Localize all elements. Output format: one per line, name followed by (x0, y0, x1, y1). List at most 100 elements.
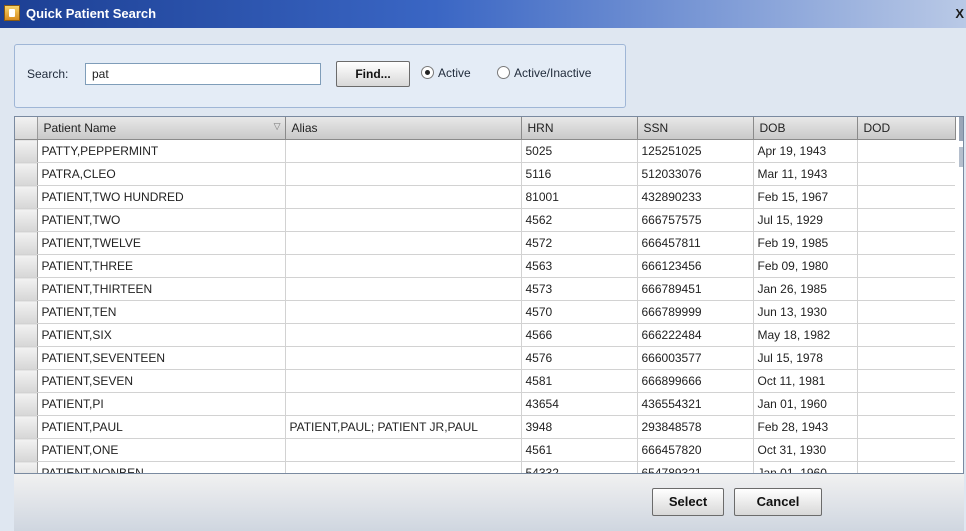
row-selector[interactable] (15, 208, 38, 232)
radio-active-label: Active (438, 66, 471, 80)
radio-active[interactable]: Active (421, 66, 471, 80)
table-row[interactable]: PATIENT,SEVENTEEN 4576 666003577 Jul 15, 19… (15, 346, 955, 370)
row-selector[interactable] (15, 162, 38, 186)
column-header-dob[interactable]: DOB (753, 117, 858, 140)
row-selector[interactable] (15, 369, 38, 393)
row-selector[interactable] (15, 254, 38, 278)
cell-dod (857, 139, 955, 163)
cell-patient-name: PATIENT,TWELVE (37, 231, 286, 255)
table-row[interactable]: PATIENT,PI 43654 436554321 Jan 01, 1960 (15, 392, 955, 416)
cell-patient-name: PATIENT,TEN (37, 300, 286, 324)
cell-patient-name: PATIENT,SEVEN (37, 369, 286, 393)
sort-arrow-icon: ▽ (273, 121, 281, 131)
cell-dob: Mar 11, 1943 (753, 162, 858, 186)
cell-dob: Jan 01, 1960 (753, 461, 858, 473)
cell-dod (857, 415, 955, 439)
cell-hrn: 43654 (521, 392, 638, 416)
row-selector-header[interactable] (15, 117, 38, 140)
cell-dob: Oct 11, 1981 (753, 369, 858, 393)
scrollbar-thumb[interactable] (959, 147, 963, 167)
table-row[interactable]: PATIENT,TEN 4570 666789999 Jun 13, 1930 (15, 300, 955, 324)
cell-patient-name: PATIENT,ONE (37, 438, 286, 462)
cell-hrn: 4562 (521, 208, 638, 232)
cell-dob: Jan 26, 1985 (753, 277, 858, 301)
table-row[interactable]: PATIENT,THIRTEEN 4573 666789451 Jan 26, 198… (15, 277, 955, 301)
cell-ssn: 654789321 (637, 461, 754, 473)
search-label: Search: (27, 67, 69, 81)
cell-dod (857, 185, 955, 209)
cell-ssn: 293848578 (637, 415, 754, 439)
table-row[interactable]: PATIENT,TWELVE 4572 666457811 Feb 19, 1985 (15, 231, 955, 255)
table-row[interactable]: PATIENT,TWO 4562 666757575 Jul 15, 1929 (15, 208, 955, 232)
cell-hrn: 5116 (521, 162, 638, 186)
column-header-alias[interactable]: Alias (285, 117, 522, 140)
cell-dod (857, 254, 955, 278)
cancel-button[interactable]: Cancel (734, 488, 822, 516)
cell-ssn: 666123456 (637, 254, 754, 278)
table-row[interactable]: PATIENT,SIX 4566 666222484 May 18, 1982 (15, 323, 955, 347)
close-button[interactable]: X (955, 6, 964, 21)
cell-ssn: 666789451 (637, 277, 754, 301)
column-header-label: Patient Name (43, 121, 117, 135)
cell-dod (857, 162, 955, 186)
title-bar: Quick Patient Search X (0, 0, 966, 28)
table-row[interactable]: PATIENT,NONBEN 54332 654789321 Jan 01, 1960 (15, 461, 955, 473)
column-header-patient-name[interactable]: Patient Name ▽ (37, 117, 286, 140)
row-selector[interactable] (15, 185, 38, 209)
app-icon (4, 5, 20, 21)
select-button[interactable]: Select (652, 488, 724, 516)
cell-alias: PATIENT,PAUL; PATIENT JR,PAUL (285, 415, 522, 439)
cell-alias (285, 231, 522, 255)
cell-dob: May 18, 1982 (753, 323, 858, 347)
cell-hrn: 4573 (521, 277, 638, 301)
scrollbar-up[interactable] (959, 117, 963, 141)
column-header-ssn[interactable]: SSN (637, 117, 754, 140)
cell-ssn: 666789999 (637, 300, 754, 324)
cell-dod (857, 208, 955, 232)
cell-patient-name: PATTY,PEPPERMINT (37, 139, 286, 163)
cell-patient-name: PATIENT,THIRTEEN (37, 277, 286, 301)
table-row[interactable]: PATIENT,TWO HUNDRED 81001 432890233 Feb 15,… (15, 185, 955, 209)
table-row[interactable]: PATIENT,ONE 4561 666457820 Oct 31, 1930 (15, 438, 955, 462)
cell-alias (285, 277, 522, 301)
row-selector[interactable] (15, 300, 38, 324)
row-selector[interactable] (15, 231, 38, 255)
patient-grid[interactable]: Patient Name ▽ Alias HRN SSN DOB DOD PATT… (14, 116, 964, 474)
row-selector[interactable] (15, 139, 38, 163)
radio-active-indicator[interactable] (421, 66, 434, 79)
cell-dob: Feb 19, 1985 (753, 231, 858, 255)
search-input[interactable]: pat (85, 63, 321, 85)
cell-ssn: 666003577 (637, 346, 754, 370)
find-button[interactable]: Find... (336, 61, 410, 87)
table-row[interactable]: PATIENT,THREE 4563 666123456 Feb 09, 1980 (15, 254, 955, 278)
cell-dod (857, 231, 955, 255)
row-selector[interactable] (15, 461, 38, 473)
row-selector[interactable] (15, 438, 38, 462)
cell-dob: Jan 01, 1960 (753, 392, 858, 416)
column-header-hrn[interactable]: HRN (521, 117, 638, 140)
cell-patient-name: PATIENT,TWO (37, 208, 286, 232)
cell-dod (857, 346, 955, 370)
cell-alias (285, 300, 522, 324)
cell-hrn: 54332 (521, 461, 638, 473)
row-selector[interactable] (15, 323, 38, 347)
row-selector[interactable] (15, 392, 38, 416)
table-row[interactable]: PATTY,PEPPERMINT 5025 125251025 Apr 19, 194… (15, 139, 955, 163)
cell-alias (285, 208, 522, 232)
cell-alias (285, 392, 522, 416)
radio-active-inactive-indicator[interactable] (497, 66, 510, 79)
cell-hrn: 3948 (521, 415, 638, 439)
cell-dod (857, 392, 955, 416)
column-header-dod[interactable]: DOD (857, 117, 956, 140)
row-selector[interactable] (15, 277, 38, 301)
table-row[interactable]: PATIENT,PAUL PATIENT,PAUL; PATIENT JR,PAU… (15, 415, 955, 439)
cell-dob: Oct 31, 1930 (753, 438, 858, 462)
radio-active-inactive[interactable]: Active/Inactive (497, 66, 591, 80)
table-row[interactable]: PATIENT,SEVEN 4581 666899666 Oct 11, 1981 (15, 369, 955, 393)
row-selector[interactable] (15, 415, 38, 439)
cell-alias (285, 369, 522, 393)
row-selector[interactable] (15, 346, 38, 370)
cell-alias (285, 139, 522, 163)
table-row[interactable]: PATRA,CLEO 5116 512033076 Mar 11, 1943 (15, 162, 955, 186)
cell-dob: Jul 15, 1929 (753, 208, 858, 232)
